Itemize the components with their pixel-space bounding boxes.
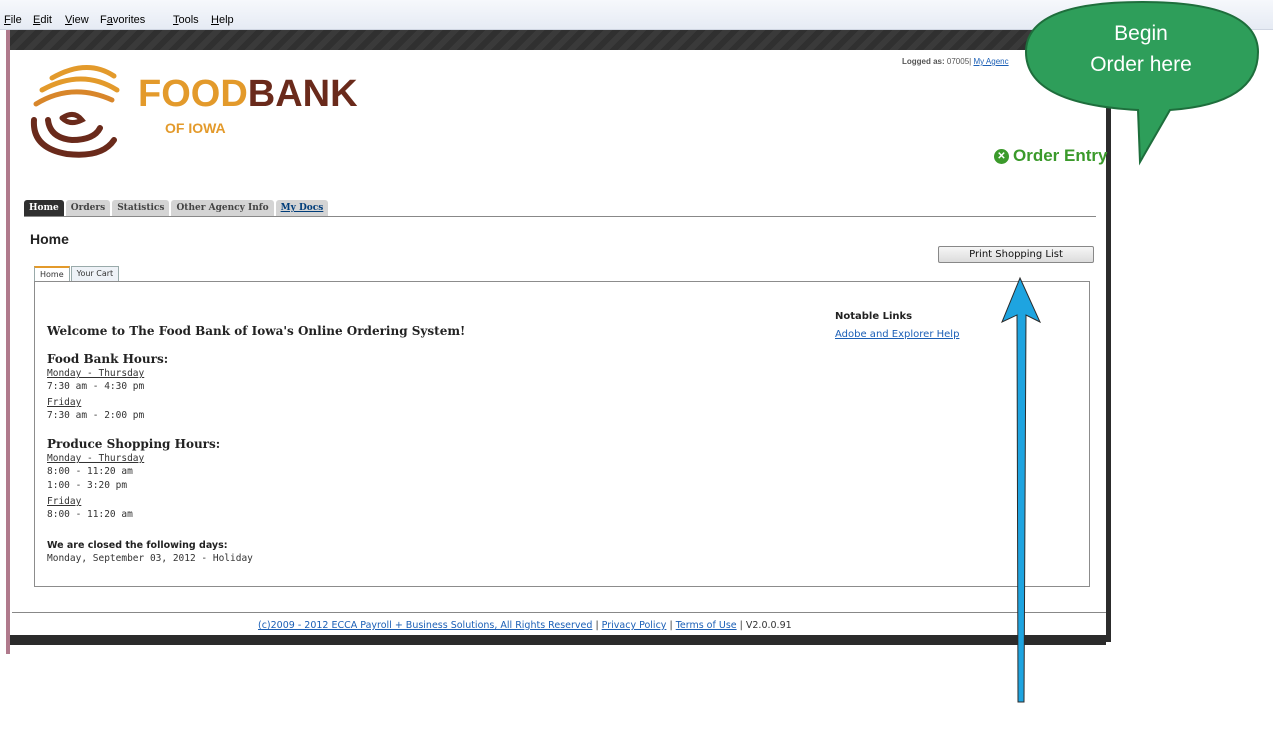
foodbank-logo-icon[interactable] (22, 58, 132, 168)
closed-day-item: Monday, September 03, 2012 - Holiday (47, 553, 253, 564)
nav-tab-statistics[interactable]: Statistics (112, 200, 170, 216)
screenshot-root: File Edit View Favorites Tools Help FOOD… (0, 0, 1273, 744)
logged-user: 07005| (946, 57, 972, 66)
menu-tools[interactable]: Tools (173, 14, 199, 26)
menu-file[interactable]: File (4, 14, 22, 26)
food-bank-hours-heading: Food Bank Hours: (47, 352, 169, 366)
callout-text: Begin Order here (1046, 18, 1236, 80)
privacy-policy-link[interactable]: Privacy Policy (602, 620, 667, 631)
window-frame-left (6, 30, 10, 654)
subtab-your-cart[interactable]: Your Cart (70, 266, 120, 281)
print-shopping-list-button[interactable]: Print Shopping List (938, 246, 1094, 263)
version-label: V2.0.0.91 (745, 620, 792, 631)
produce-time: 8:00 - 11:20 am (47, 509, 133, 520)
close-circle-icon: ✕ (994, 148, 1009, 164)
brand-name-bank: BANK (247, 73, 358, 115)
menu-help[interactable]: Help (211, 14, 234, 26)
produce-time: 8:00 - 11:20 am (47, 466, 133, 477)
copyright-link[interactable]: (c)2009 - 2012 ECCA Payroll + Business S… (258, 620, 592, 631)
menu-edit[interactable]: Edit (33, 14, 52, 26)
nav-tab-my-docs[interactable]: My Docs (275, 200, 329, 216)
content-subtabs: Home Your Cart (34, 266, 120, 281)
closed-days-heading: We are closed the following days: (47, 540, 228, 551)
footer-sep: | (739, 620, 743, 631)
logged-label: Logged as: (902, 57, 945, 66)
terms-of-use-link[interactable]: Terms of Use (676, 620, 737, 631)
page-footer: (c)2009 - 2012 ECCA Payroll + Business S… (258, 620, 792, 631)
brand-name-food: FOOD (138, 73, 248, 115)
page-bottom-band (10, 635, 1106, 645)
nav-divider (24, 216, 1096, 217)
callout-line: Begin (1114, 22, 1168, 45)
callout-line: Order here (1090, 53, 1192, 76)
page-top-band (10, 30, 1106, 50)
footer-divider (12, 612, 1106, 613)
produce-time: 1:00 - 3:20 pm (47, 480, 128, 491)
hours-time: 7:30 am - 2:00 pm (47, 410, 145, 421)
brand-name: FOODBANK (138, 75, 358, 113)
adobe-explorer-help-link[interactable]: Adobe and Explorer Help (835, 329, 959, 340)
blue-arrow-icon (1001, 276, 1042, 703)
menu-view[interactable]: View (65, 14, 89, 26)
hours-day-range: Monday - Thursday (47, 368, 145, 379)
produce-day-range: Monday - Thursday (47, 453, 145, 464)
brand-subtitle: OF IOWA (165, 120, 226, 136)
menu-favorites[interactable]: Favorites (100, 14, 145, 26)
nav-tab-orders[interactable]: Orders (65, 200, 111, 216)
main-nav-tabs: Home Orders Statistics Other Agency Info… (24, 200, 329, 216)
hours-time: 7:30 am - 4:30 pm (47, 381, 145, 392)
produce-day-range: Friday (47, 496, 82, 507)
my-agency-link[interactable]: My Agenc (973, 57, 1008, 66)
welcome-heading: Welcome to The Food Bank of Iowa's Onlin… (47, 324, 466, 338)
notable-links-heading: Notable Links (835, 311, 913, 322)
nav-tab-home[interactable]: Home (24, 200, 64, 216)
logged-in-info: Logged as: 07005| My Agenc (902, 57, 1009, 66)
footer-sep: | (595, 620, 599, 631)
nav-tab-other-agency-info[interactable]: Other Agency Info (171, 200, 274, 216)
page-title: Home (30, 231, 69, 247)
footer-sep: | (669, 620, 673, 631)
produce-hours-heading: Produce Shopping Hours: (47, 437, 221, 451)
subtab-home[interactable]: Home (34, 266, 70, 281)
hours-day-range: Friday (47, 397, 82, 408)
